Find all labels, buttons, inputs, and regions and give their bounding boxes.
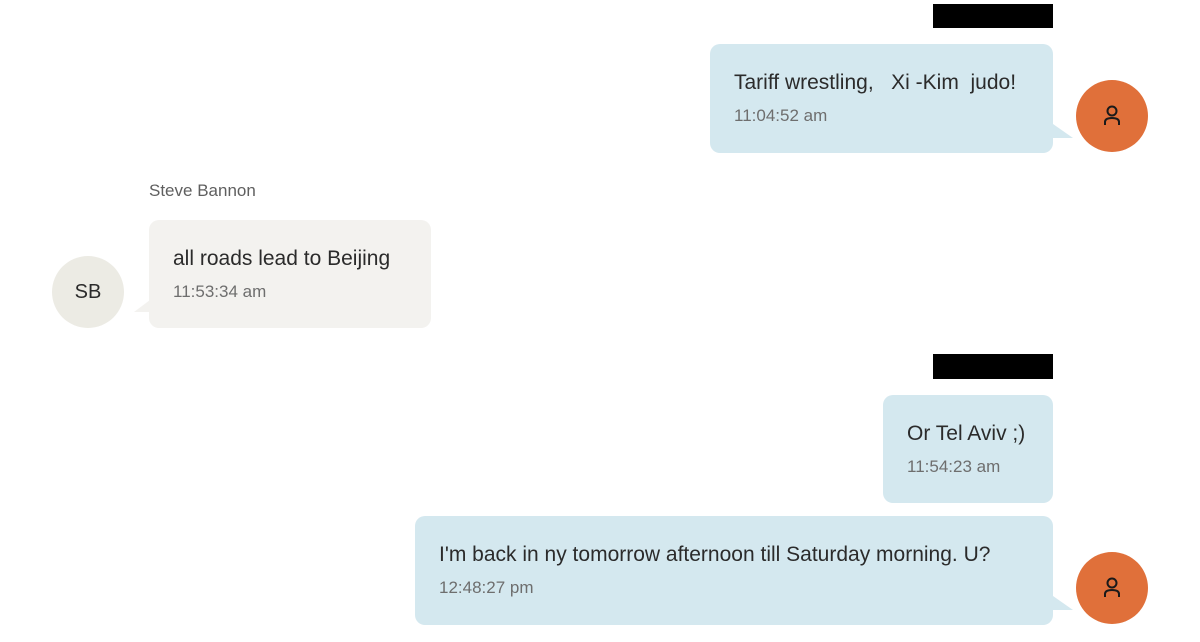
person-icon: [1104, 105, 1120, 125]
message-timestamp: 11:04:52 am: [734, 106, 828, 125]
bubble-tail: [134, 300, 150, 312]
self-avatar[interactable]: [1076, 80, 1148, 152]
self-avatar[interactable]: [1076, 552, 1148, 624]
message-bubble-incoming[interactable]: all roads lead to Beijing 11:53:34 am: [149, 220, 431, 328]
person-icon: [1104, 577, 1120, 597]
message-bubble-outgoing[interactable]: I'm back in ny tomorrow afternoon till S…: [415, 516, 1053, 625]
sender-name: Steve Bannon: [149, 181, 256, 200]
message-text: all roads lead to Beijing: [173, 247, 391, 270]
bubble-tail: [1053, 124, 1073, 138]
message-bubble-outgoing[interactable]: Tariff wrestling, Xi -Kim judo! 11:04:52…: [710, 44, 1053, 153]
message-timestamp: 12:48:27 pm: [439, 578, 534, 597]
redacted-sender-name: [933, 354, 1053, 379]
message-text: Tariff wrestling, Xi -Kim judo!: [734, 71, 1017, 94]
message-bubble-outgoing[interactable]: Or Tel Aviv ;) 11:54:23 am: [883, 395, 1053, 503]
chat-transcript: Tariff wrestling, Xi -Kim judo! 11:04:52…: [0, 0, 1200, 642]
message-text: I'm back in ny tomorrow afternoon till S…: [439, 543, 991, 566]
contact-avatar[interactable]: SB: [52, 256, 124, 328]
message-timestamp: 11:54:23 am: [907, 457, 1001, 476]
redacted-sender-name: [933, 4, 1053, 28]
message-text: Or Tel Aviv ;): [907, 422, 1026, 445]
bubble-tail: [1053, 596, 1073, 610]
message-timestamp: 11:53:34 am: [173, 282, 267, 301]
avatar-initials: SB: [74, 280, 102, 303]
